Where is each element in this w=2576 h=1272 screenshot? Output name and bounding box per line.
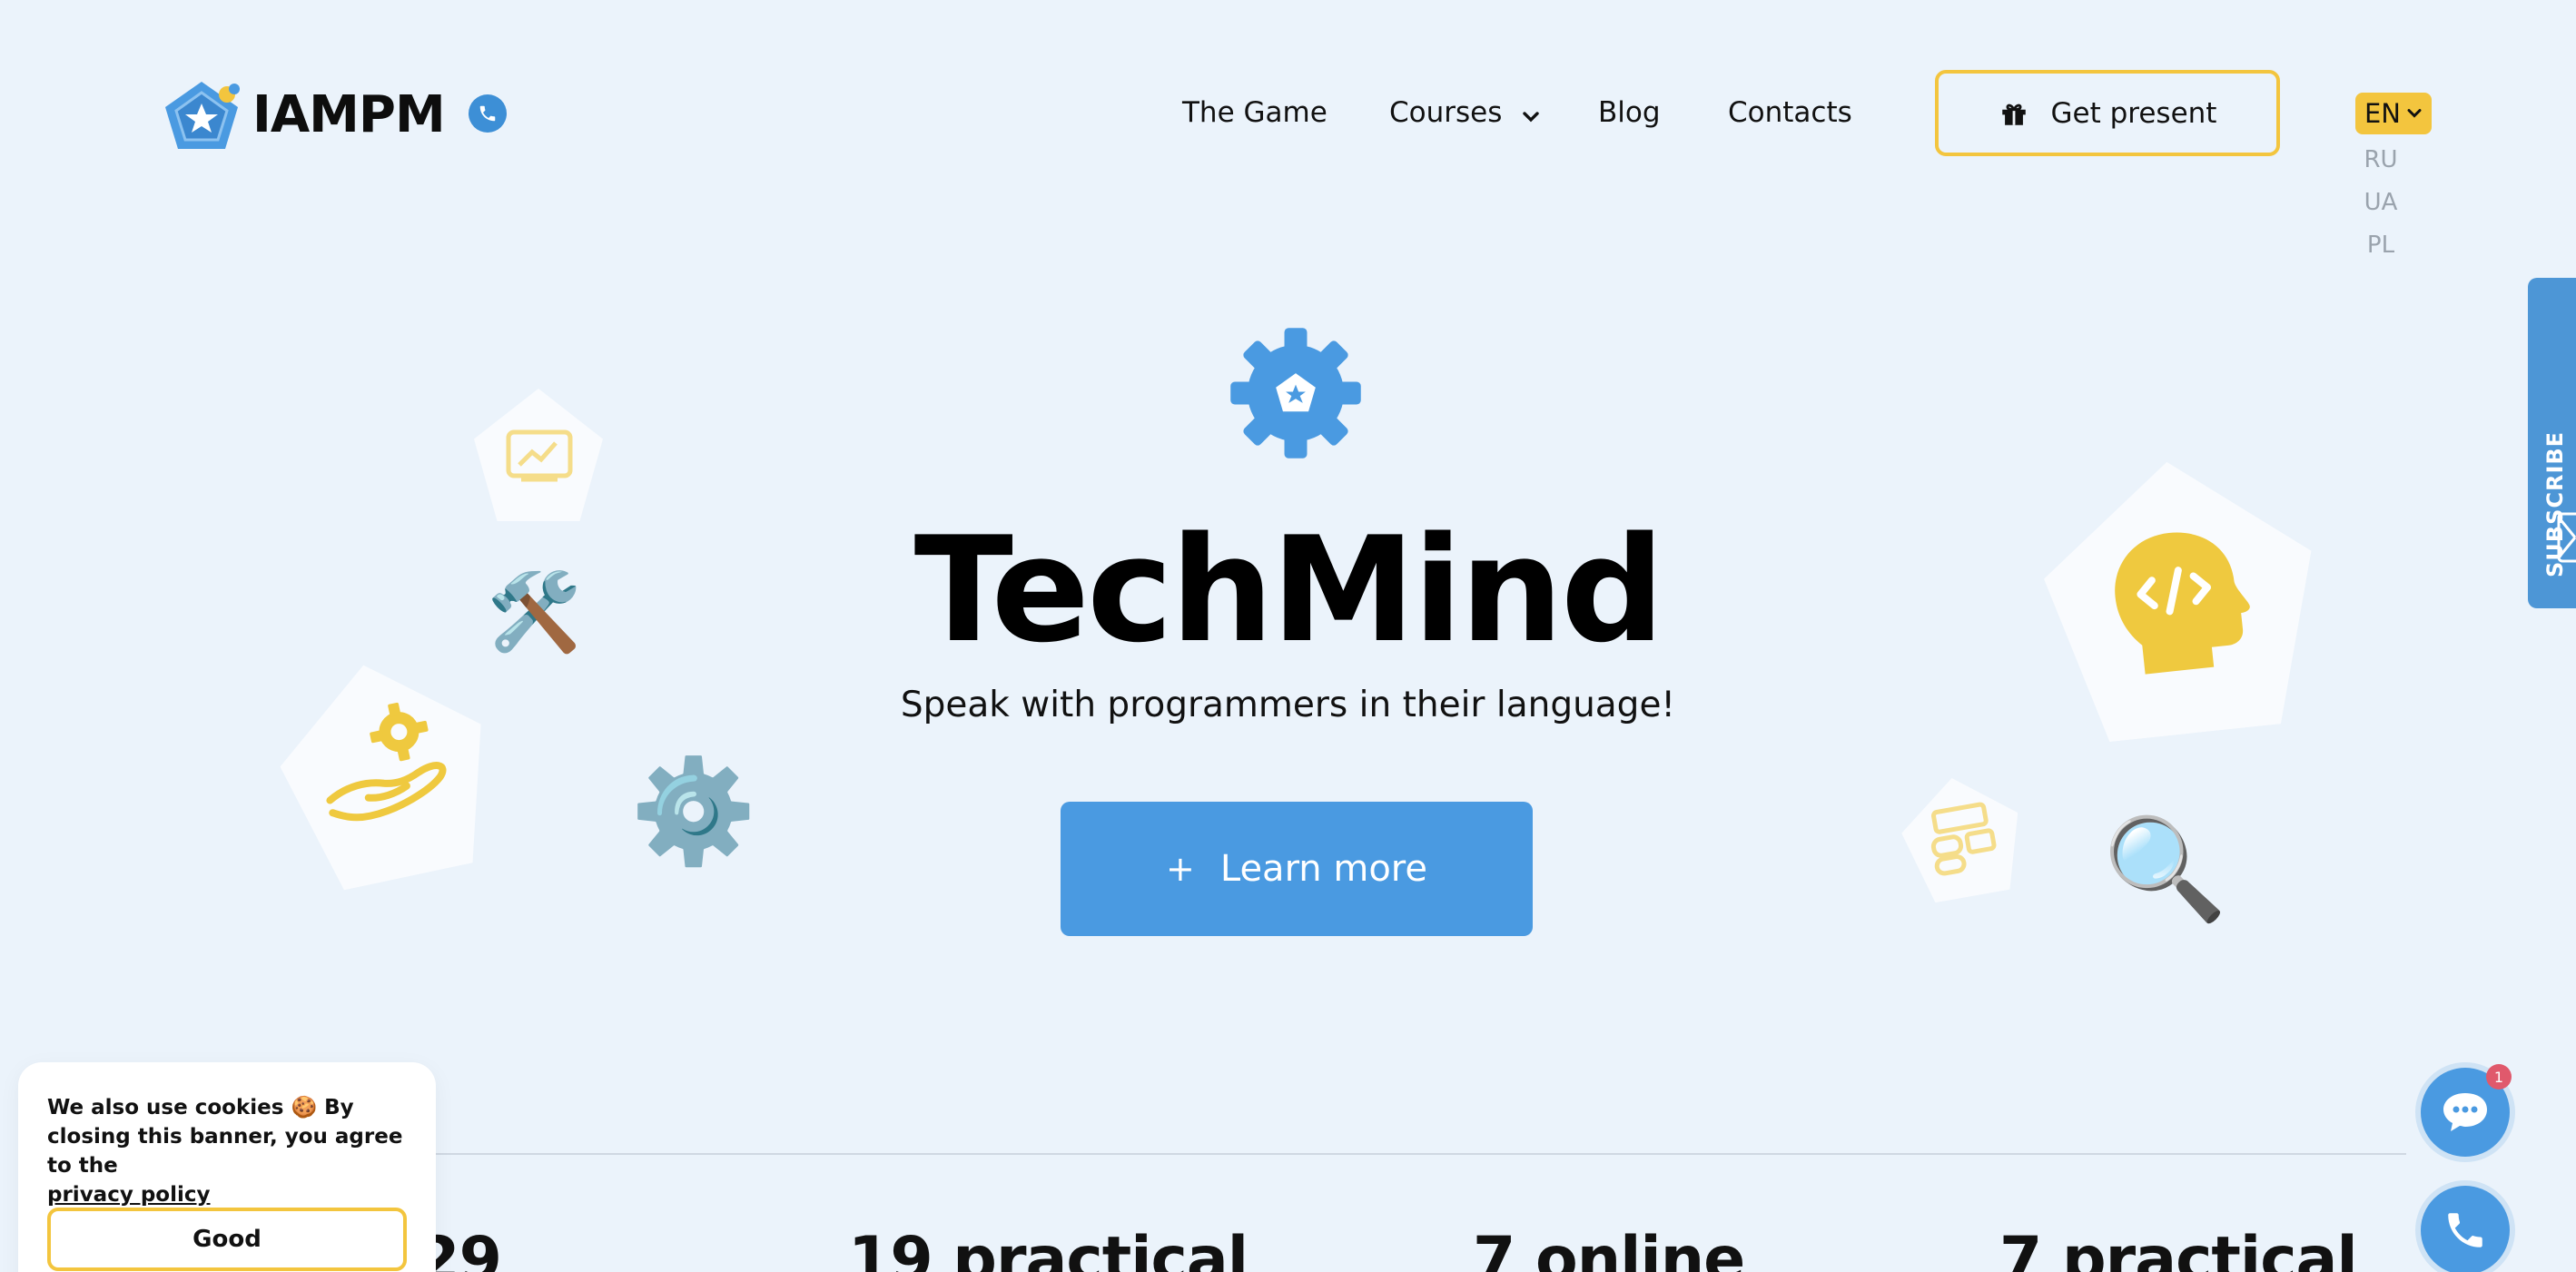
gear-icon: ⚙️ (630, 753, 757, 871)
code-head-icon (2105, 518, 2265, 681)
blocks-tile (1894, 768, 2031, 907)
logo-text: IAMPM (252, 85, 446, 144)
plus-icon: + (1166, 849, 1195, 889)
hammer-wrench-icon: 🛠️ (487, 567, 582, 656)
magnifier-icon: 🔍 (2103, 811, 2227, 927)
language-option-pl[interactable]: PL (2355, 232, 2406, 259)
chart-board-tile (474, 389, 603, 521)
nav-courses[interactable]: Courses (1389, 94, 1540, 133)
nav-the-game[interactable]: The Game (1182, 94, 1327, 131)
language-current: EN (2364, 98, 2402, 129)
chat-icon (2443, 1093, 2487, 1131)
call-widget[interactable] (2415, 1180, 2515, 1272)
call-button[interactable] (2421, 1186, 2510, 1272)
nav-contacts[interactable]: Contacts (1728, 94, 1852, 131)
stat-online-sessions: 7 online (1473, 1224, 1745, 1272)
stat-practical-lessons: 19 practical (848, 1224, 1249, 1272)
logo-pentagon-icon (165, 82, 240, 149)
language-selector[interactable]: EN (2355, 93, 2432, 134)
gift-icon (1999, 98, 2029, 129)
chevron-down-icon (2407, 109, 2422, 118)
get-present-button[interactable]: Get present (1935, 70, 2280, 156)
nav-blog[interactable]: Blog (1598, 94, 1661, 131)
chart-board-icon (506, 429, 573, 482)
get-present-label: Get present (2050, 96, 2217, 130)
header-phone-icon[interactable] (469, 94, 507, 133)
hand-gear-tile (263, 644, 509, 898)
chat-notification-badge: 1 (2486, 1064, 2512, 1090)
chevron-down-icon (1522, 96, 1540, 133)
learn-more-button[interactable]: + Learn more (1061, 802, 1533, 936)
blocks-icon (1920, 796, 2008, 881)
learn-more-label: Learn more (1219, 848, 1427, 890)
privacy-policy-link[interactable]: privacy policy (47, 1180, 407, 1209)
cookie-message: We also use cookies 🍪 By closing this ba… (47, 1096, 403, 1178)
phone-icon (2448, 1213, 2482, 1247)
section-divider (427, 1153, 2406, 1155)
gear-logo-icon (1225, 322, 1367, 468)
language-option-ru[interactable]: RU (2355, 146, 2406, 173)
cookie-banner: We also use cookies 🍪 By closing this ba… (18, 1062, 436, 1272)
cookie-text: We also use cookies 🍪 By closing this ba… (47, 1093, 407, 1209)
cookie-accept-button[interactable]: Good (47, 1208, 407, 1271)
nav-courses-label: Courses (1389, 96, 1503, 129)
stat-practical-tasks: 7 practical (1999, 1224, 2358, 1272)
site-logo[interactable]: IAMPM (160, 76, 446, 154)
language-option-ua[interactable]: UA (2355, 189, 2406, 216)
